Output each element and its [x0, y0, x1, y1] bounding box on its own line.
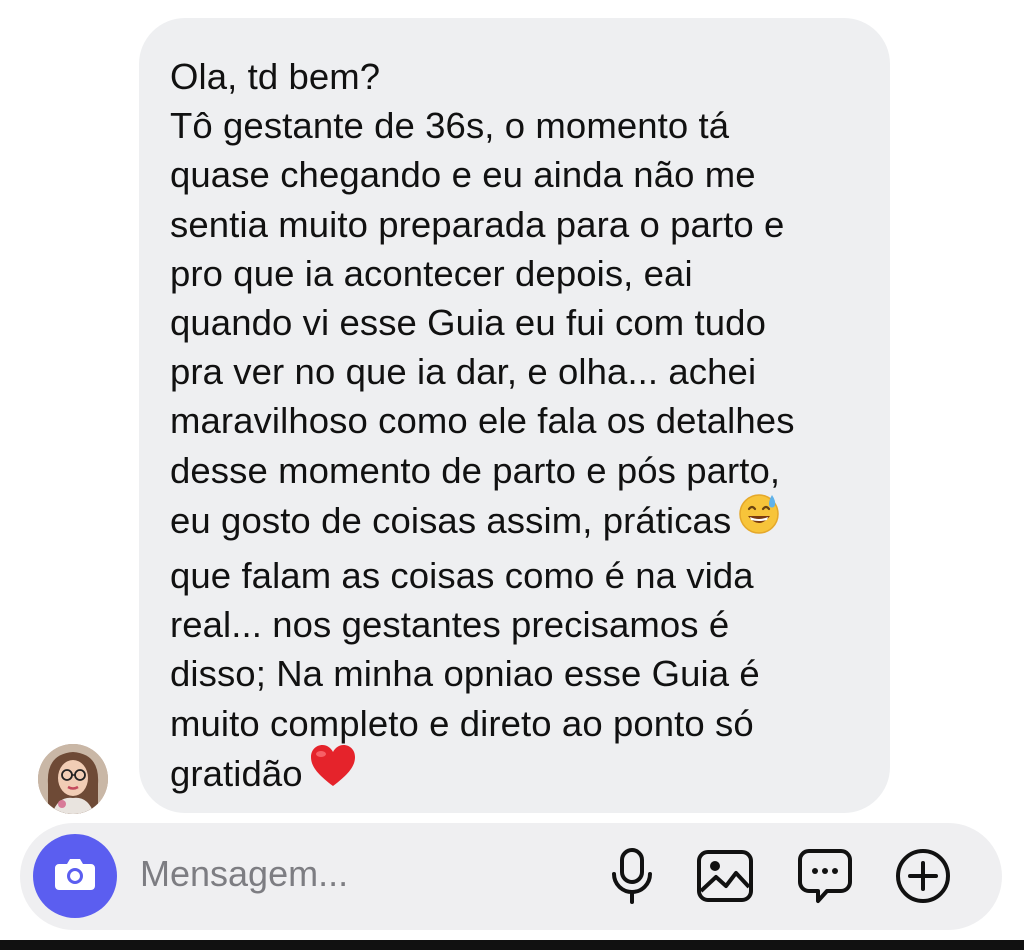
message-line-with-emoji: gratidão [170, 744, 870, 804]
message-line-text: eu gosto de coisas assim, práticas [170, 499, 732, 541]
sticker-button[interactable] [796, 848, 854, 909]
sticker-chat-icon [797, 848, 853, 909]
message-line: quando vi esse Guia eu fui com tudo [170, 302, 766, 344]
message-composer: Mensagem... [20, 823, 1002, 930]
message-line: Ola, td bem? [170, 56, 381, 97]
add-button[interactable] [894, 847, 952, 910]
avatar-photo [38, 744, 108, 814]
gallery-button[interactable] [696, 849, 754, 907]
image-icon [696, 849, 754, 908]
message-line: real... nos gestantes precisamos é [170, 604, 730, 646]
message-line: desse momento de parto e pós parto, [170, 449, 781, 491]
bottom-edge [0, 940, 1024, 950]
message-line: sentia muito preparada para o parto e [170, 203, 785, 245]
message-line: muito completo e direto ao ponto só [170, 702, 754, 744]
avatar[interactable] [38, 744, 108, 814]
message-line: pra ver no que ia dar, e olha... achei [170, 351, 757, 393]
camera-button[interactable] [33, 834, 117, 918]
message-line: maravilhoso como ele fala os detalhes [170, 400, 795, 442]
message-line: que falam as coisas como é na vida [170, 555, 754, 597]
message-line: disso; Na minha opniao esse Guia é [170, 653, 760, 695]
camera-icon [53, 854, 97, 899]
message-line: pro que ia acontecer depois, eai [170, 252, 693, 294]
microphone-icon [609, 847, 655, 910]
message-line-with-emoji: eu gosto de coisas assim, práticas [170, 494, 870, 551]
microphone-button[interactable] [603, 847, 661, 910]
grinning-sweat-emoji [737, 491, 781, 547]
message-bubble[interactable]: Ola, td bem? Tô gestante de 36s, o momen… [139, 18, 890, 813]
message-input[interactable]: Mensagem... [140, 853, 348, 895]
message-line: quase chegando e eu ainda não me [170, 154, 756, 196]
message-line: Tô gestante de 36s, o momento tá [170, 105, 730, 147]
add-icon [894, 847, 952, 910]
message-line-text: gratidão [170, 752, 303, 794]
red-heart-emoji [309, 744, 357, 800]
